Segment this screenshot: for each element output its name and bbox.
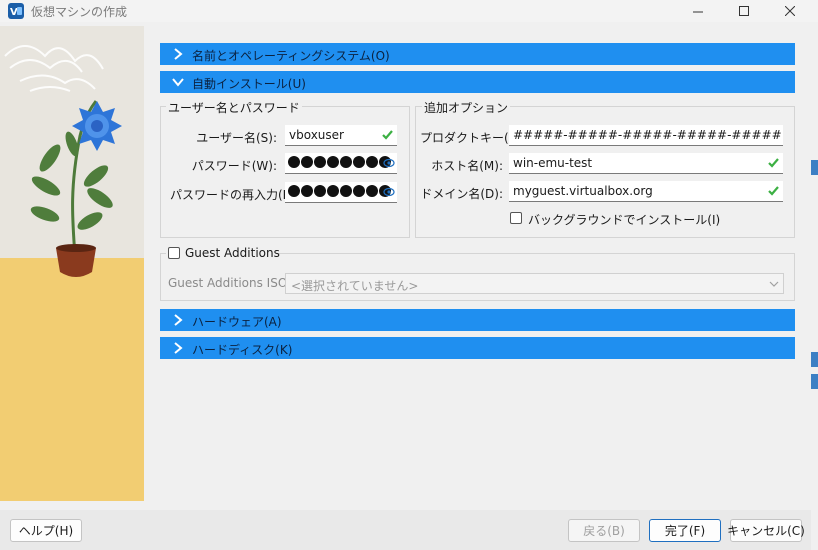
password-repeat-label: パスワードの再入力(R): — [170, 188, 300, 202]
guest-additions-iso-value: <選択されていません> — [291, 279, 419, 293]
show-password-repeat-eye-icon[interactable] — [383, 186, 395, 198]
minimize-icon — [693, 11, 703, 13]
section-hardware-header[interactable]: ハードウェア(A) — [160, 309, 795, 331]
back-button[interactable]: 戻る(B) — [568, 519, 640, 542]
credentials-group-title: ユーザー名とパスワード — [166, 99, 302, 116]
section-hardware-label: ハードウェア(A) — [192, 315, 282, 329]
password-label: パスワード(W): — [191, 159, 277, 173]
hostname-value: win-emu-test — [513, 156, 593, 170]
domain-value: myguest.virtualbox.org — [513, 184, 653, 198]
valid-check-icon — [382, 130, 393, 140]
product-key-label: プロダクトキー(P): — [420, 131, 525, 145]
background-install-checkbox[interactable] — [510, 212, 522, 224]
section-harddisk-label: ハードディスク(K) — [192, 343, 293, 357]
section-unattended-label: 自動インストール(U) — [192, 77, 306, 91]
username-label: ユーザー名(S): — [196, 131, 277, 145]
additional-options-group-title: 追加オプション — [422, 99, 511, 116]
cancel-button[interactable]: キャンセル(C) — [727, 519, 805, 542]
svg-text:V: V — [10, 7, 18, 18]
chevron-right-icon — [174, 342, 183, 354]
username-value: vboxuser — [289, 128, 344, 142]
product-key-field[interactable]: #####-#####-#####-#####-##### — [509, 125, 783, 146]
section-name-os-header[interactable]: 名前とオペレーティングシステム(O) — [160, 43, 795, 65]
close-button[interactable] — [767, 0, 813, 22]
username-field[interactable]: vboxuser — [285, 125, 397, 146]
chevron-right-icon — [174, 314, 183, 326]
wizard-illustration — [0, 26, 144, 501]
maximize-button[interactable] — [721, 0, 767, 22]
password-field[interactable] — [285, 153, 397, 174]
chevron-down-icon — [172, 78, 184, 87]
guest-additions-checkbox[interactable] — [168, 247, 180, 259]
hostname-label: ホスト名(M): — [431, 159, 503, 173]
domain-field[interactable]: myguest.virtualbox.org — [509, 181, 783, 202]
background-window-fragment — [811, 160, 818, 175]
help-button[interactable]: ヘルプ(H) — [10, 519, 82, 542]
potted-flower-illustration — [4, 45, 122, 277]
guest-additions-label[interactable]: Guest Additions — [185, 246, 280, 260]
virtualbox-logo-icon: V — [8, 3, 24, 19]
show-password-eye-icon[interactable] — [383, 157, 395, 169]
maximize-icon — [739, 6, 749, 16]
section-name-os-label: 名前とオペレーティングシステム(O) — [192, 49, 390, 63]
window-title: 仮想マシンの作成 — [31, 5, 128, 19]
password-repeat-field[interactable] — [285, 182, 397, 203]
domain-label: ドメイン名(D): — [420, 187, 503, 201]
background-window-fragment — [811, 352, 818, 367]
section-harddisk-header[interactable]: ハードディスク(K) — [160, 337, 795, 359]
minimize-button[interactable] — [675, 0, 721, 22]
chevron-down-icon — [769, 281, 779, 287]
valid-check-icon — [768, 158, 779, 168]
section-unattended-header[interactable]: 自動インストール(U) — [160, 71, 795, 93]
guest-additions-iso-select[interactable]: <選択されていません> — [285, 273, 784, 294]
password-repeat-mask — [288, 185, 391, 197]
chevron-right-icon — [174, 48, 183, 60]
password-mask — [288, 156, 391, 168]
background-window-fragment — [811, 374, 818, 389]
guest-additions-iso-label: Guest Additions ISO: — [168, 276, 292, 290]
product-key-value: #####-#####-#####-#####-##### — [513, 128, 782, 142]
hostname-field[interactable]: win-emu-test — [509, 153, 783, 174]
close-icon — [785, 6, 795, 16]
finish-button[interactable]: 完了(F) — [649, 519, 721, 542]
title-bar: V 仮想マシンの作成 — [0, 0, 818, 22]
background-install-label[interactable]: バックグラウンドでインストール(I) — [528, 211, 720, 228]
valid-check-icon — [768, 186, 779, 196]
